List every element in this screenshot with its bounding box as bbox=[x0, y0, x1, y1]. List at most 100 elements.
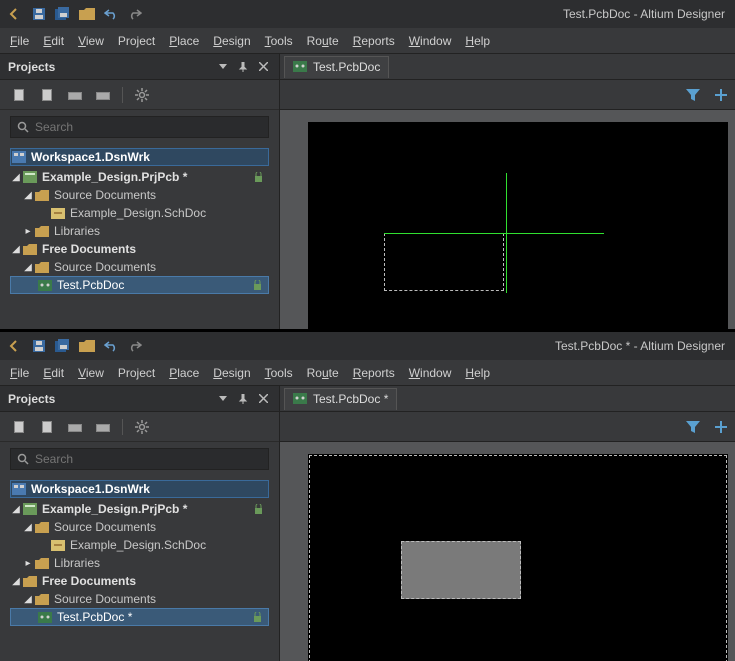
menu-place[interactable]: Place bbox=[169, 34, 199, 48]
tree-source-docs-free[interactable]: ◢ Source Documents bbox=[10, 590, 269, 608]
panel-close-icon[interactable] bbox=[255, 391, 271, 407]
menu-help[interactable]: Help bbox=[465, 34, 490, 48]
tree-source-docs[interactable]: ◢ Source Documents bbox=[10, 518, 269, 536]
canvas-viewport[interactable] bbox=[280, 110, 735, 329]
panel-dropdown-icon[interactable] bbox=[215, 59, 231, 75]
menu-edit[interactable]: Edit bbox=[43, 34, 64, 48]
tree-schdoc[interactable]: Example_Design.SchDoc bbox=[10, 536, 269, 554]
pcb-icon bbox=[37, 610, 53, 624]
save-all-icon[interactable] bbox=[54, 337, 72, 355]
tree-source-docs[interactable]: ◢ Source Documents bbox=[10, 186, 269, 204]
undo-icon[interactable] bbox=[102, 337, 120, 355]
filter-icon[interactable] bbox=[683, 417, 703, 437]
menu-reports[interactable]: Reports bbox=[353, 34, 395, 48]
tree-source-docs-free[interactable]: ◢ Source Documents bbox=[10, 258, 269, 276]
collapse-icon[interactable]: ◢ bbox=[10, 504, 22, 515]
add-icon[interactable] bbox=[711, 85, 731, 105]
project-tree: Workspace1.DsnWrk ◢ Example_Design.PrjPc… bbox=[10, 476, 269, 634]
search-box[interactable] bbox=[10, 448, 269, 470]
toolbar-divider bbox=[122, 419, 123, 435]
tree-libraries[interactable]: ▸ Libraries bbox=[10, 222, 269, 240]
collapse-icon[interactable]: ◢ bbox=[22, 190, 34, 201]
menu-file[interactable]: File bbox=[10, 34, 29, 48]
compile-icon[interactable] bbox=[66, 418, 84, 436]
menu-place[interactable]: Place bbox=[169, 366, 199, 380]
add-icon[interactable] bbox=[711, 417, 731, 437]
collapse-icon[interactable]: ◢ bbox=[10, 244, 22, 255]
compile-icon[interactable] bbox=[66, 86, 84, 104]
back-icon[interactable] bbox=[6, 5, 24, 23]
menu-project[interactable]: Project bbox=[118, 34, 155, 48]
undo-icon[interactable] bbox=[102, 5, 120, 23]
menu-design[interactable]: Design bbox=[213, 34, 250, 48]
tree-workspace[interactable]: Workspace1.DsnWrk bbox=[10, 148, 269, 166]
panel-dropdown-icon[interactable] bbox=[215, 391, 231, 407]
expand-icon[interactable]: ▸ bbox=[22, 558, 34, 569]
tree-schdoc[interactable]: Example_Design.SchDoc bbox=[10, 204, 269, 222]
tree-free-documents[interactable]: ◢ Free Documents bbox=[10, 572, 269, 590]
menu-file[interactable]: File bbox=[10, 366, 29, 380]
menu-view[interactable]: View bbox=[78, 34, 104, 48]
redo-icon[interactable] bbox=[126, 5, 144, 23]
docs-icon[interactable] bbox=[38, 418, 56, 436]
collapse-icon[interactable]: ◢ bbox=[22, 262, 34, 273]
menu-edit[interactable]: Edit bbox=[43, 366, 64, 380]
stack-icon[interactable] bbox=[94, 86, 112, 104]
back-icon[interactable] bbox=[6, 337, 24, 355]
tree-libraries[interactable]: ▸ Libraries bbox=[10, 554, 269, 572]
menu-help[interactable]: Help bbox=[465, 366, 490, 380]
tree-workspace[interactable]: Workspace1.DsnWrk bbox=[10, 480, 269, 498]
canvas-viewport[interactable] bbox=[280, 442, 735, 661]
tree-pcbdoc-selected[interactable]: Test.PcbDoc * bbox=[10, 608, 269, 626]
docs-icon[interactable] bbox=[38, 86, 56, 104]
navigate-icon[interactable] bbox=[10, 418, 28, 436]
menu-design[interactable]: Design bbox=[213, 366, 250, 380]
search-input[interactable] bbox=[35, 120, 262, 134]
tree-project[interactable]: ◢ Example_Design.PrjPcb * bbox=[10, 168, 269, 186]
panel-pin-icon[interactable] bbox=[235, 391, 251, 407]
panel-close-icon[interactable] bbox=[255, 59, 271, 75]
projects-panel: Projects bbox=[0, 54, 280, 329]
menu-window[interactable]: Window bbox=[409, 366, 452, 380]
menu-view[interactable]: View bbox=[78, 366, 104, 380]
search-input[interactable] bbox=[35, 452, 262, 466]
menu-window[interactable]: Window bbox=[409, 34, 452, 48]
menu-tools[interactable]: Tools bbox=[265, 34, 293, 48]
expand-icon[interactable]: ▸ bbox=[22, 226, 34, 237]
crosshair-horizontal bbox=[384, 233, 604, 234]
menu-tools[interactable]: Tools bbox=[265, 366, 293, 380]
settings-icon[interactable] bbox=[133, 418, 151, 436]
menu-route[interactable]: Route bbox=[307, 366, 339, 380]
save-icon[interactable] bbox=[30, 5, 48, 23]
open-folder-icon[interactable] bbox=[78, 5, 96, 23]
document-tab-active[interactable]: Test.PcbDoc bbox=[284, 56, 389, 78]
collapse-icon[interactable]: ◢ bbox=[10, 576, 22, 587]
settings-icon[interactable] bbox=[133, 86, 151, 104]
window-title: Test.PcbDoc - Altium Designer bbox=[563, 7, 729, 21]
search-box[interactable] bbox=[10, 116, 269, 138]
menu-reports[interactable]: Reports bbox=[353, 366, 395, 380]
document-tab-active[interactable]: Test.PcbDoc * bbox=[284, 388, 397, 410]
collapse-icon[interactable]: ◢ bbox=[10, 172, 22, 183]
folder-icon bbox=[34, 592, 50, 606]
save-icon[interactable] bbox=[30, 337, 48, 355]
tree-project[interactable]: ◢ Example_Design.PrjPcb * bbox=[10, 500, 269, 518]
tree-free-documents[interactable]: ◢ Free Documents bbox=[10, 240, 269, 258]
save-all-icon[interactable] bbox=[54, 5, 72, 23]
menu-project[interactable]: Project bbox=[118, 366, 155, 380]
board-outline-rect bbox=[384, 233, 504, 291]
document-tabs: Test.PcbDoc * bbox=[280, 386, 735, 412]
redo-icon[interactable] bbox=[126, 337, 144, 355]
panel-pin-icon[interactable] bbox=[235, 59, 251, 75]
pcb-canvas[interactable] bbox=[308, 122, 728, 329]
tree-pcbdoc-selected[interactable]: Test.PcbDoc bbox=[10, 276, 269, 294]
stack-icon[interactable] bbox=[94, 418, 112, 436]
menubar: File Edit View Project Place Design Tool… bbox=[0, 28, 735, 54]
navigate-icon[interactable] bbox=[10, 86, 28, 104]
collapse-icon[interactable]: ◢ bbox=[22, 594, 34, 605]
collapse-icon[interactable]: ◢ bbox=[22, 522, 34, 533]
pcb-canvas[interactable] bbox=[308, 454, 728, 661]
filter-icon[interactable] bbox=[683, 85, 703, 105]
menu-route[interactable]: Route bbox=[307, 34, 339, 48]
open-folder-icon[interactable] bbox=[78, 337, 96, 355]
